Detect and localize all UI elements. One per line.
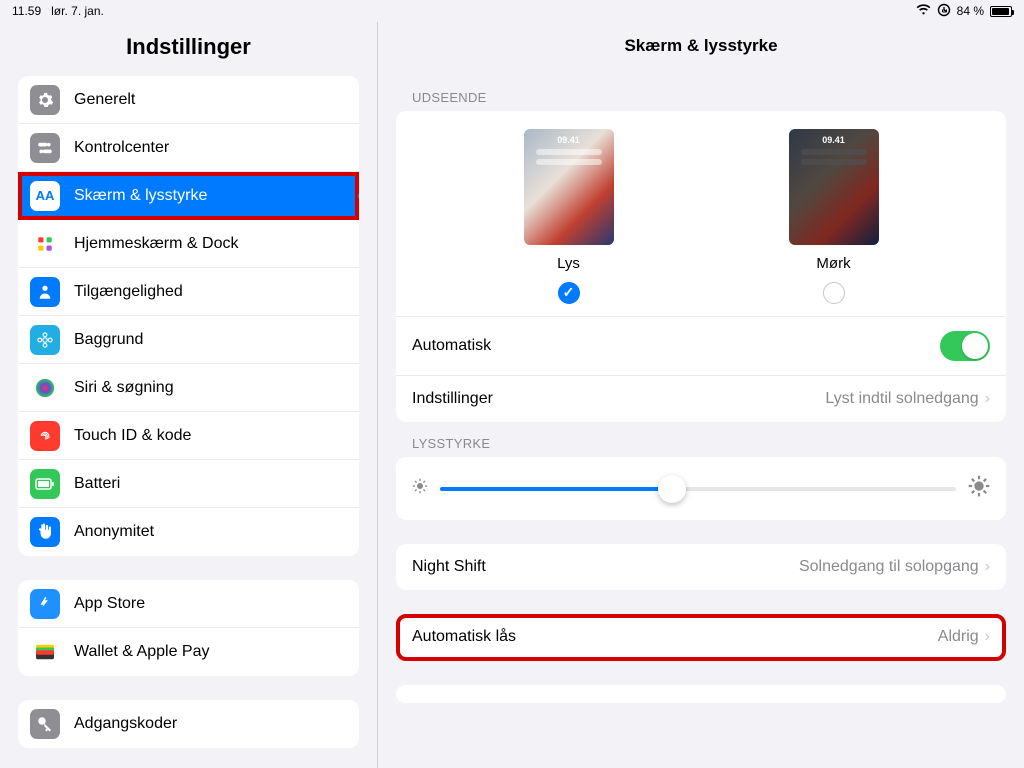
sidebar-group: App Store Wallet & Apple Pay <box>18 580 359 676</box>
autolock-label: Automatisk lås <box>412 628 516 646</box>
appearance-settings-label: Indstillinger <box>412 390 493 408</box>
battery-icon <box>30 469 60 499</box>
autolock-card: Automatisk lås Aldrig › 2 <box>396 614 1006 661</box>
sidebar-item-generelt[interactable]: Generelt <box>18 76 359 124</box>
dark-label: Mørk <box>789 255 879 272</box>
rotation-lock-icon <box>937 3 951 20</box>
aa-icon: AA <box>30 181 60 211</box>
truncated-card <box>396 685 1006 703</box>
light-label: Lys <box>524 255 614 272</box>
key-icon <box>30 709 60 739</box>
sidebar-item-touch-id-kode[interactable]: Touch ID & kode <box>18 412 359 460</box>
nightshift-label: Night Shift <box>412 558 486 576</box>
chevron-right-icon: › <box>985 390 990 408</box>
sidebar-group: Adgangskoder <box>18 700 359 748</box>
sidebar-item-label: App Store <box>74 595 145 613</box>
light-preview: 09.41 <box>524 129 614 245</box>
sidebar-item-label: Kontrolcenter <box>74 139 169 157</box>
appearance-light-option[interactable]: 09.41 Lys <box>524 129 614 304</box>
siri-icon <box>30 373 60 403</box>
chevron-right-icon: › <box>985 558 990 576</box>
auto-label: Automatisk <box>412 337 491 355</box>
sidebar-item-siri-s-gning[interactable]: Siri & søgning <box>18 364 359 412</box>
sidebar-item-wallet-apple-pay[interactable]: Wallet & Apple Pay <box>18 628 359 676</box>
auto-appearance-row[interactable]: Automatisk <box>396 317 1006 376</box>
brightness-card <box>396 457 1006 520</box>
sidebar-item-label: Touch ID & kode <box>74 427 191 445</box>
sidebar-item-label: Hjemmeskærm & Dock <box>74 235 238 253</box>
sidebar-item-label: Baggrund <box>74 331 143 349</box>
sidebar-item-label: Generelt <box>74 91 135 109</box>
sidebar-item-kontrolcenter[interactable]: Kontrolcenter <box>18 124 359 172</box>
nightshift-value: Solnedgang til solopgang <box>799 558 979 576</box>
dark-radio[interactable] <box>823 282 845 304</box>
sidebar-item-hjemmesk-rm-dock[interactable]: Hjemmeskærm & Dock <box>18 220 359 268</box>
main-title: Skærm & lysstyrke <box>378 22 1024 76</box>
autolock-value: Aldrig <box>938 628 979 646</box>
sidebar: Indstillinger Generelt Kontrolcenter AA Skæ… <box>0 22 378 768</box>
brightness-header: LYSSTYRKE <box>396 422 1006 457</box>
flower-icon <box>30 325 60 355</box>
gear-icon <box>30 85 60 115</box>
appearance-card: 09.41 Lys 09.41 Mørk <box>396 111 1006 422</box>
appearance-settings-value: Lyst indtil solnedgang <box>825 390 978 408</box>
sidebar-item-anonymitet[interactable]: Anonymitet <box>18 508 359 556</box>
sidebar-item-tilg-ngelighed[interactable]: Tilgængelighed <box>18 268 359 316</box>
appearance-header: UDSEENDE <box>396 76 1006 111</box>
grid-icon <box>30 229 60 259</box>
hand-icon <box>30 517 60 547</box>
dark-preview: 09.41 <box>789 129 879 245</box>
fingerprint-icon <box>30 421 60 451</box>
switches-icon <box>30 133 60 163</box>
status-time: 11.59 <box>12 4 41 18</box>
appearance-settings-row[interactable]: Indstillinger Lyst indtil solnedgang › <box>396 376 1006 422</box>
main-pane: Skærm & lysstyrke UDSEENDE 09.41 Lys <box>378 22 1024 768</box>
sidebar-item-label: Wallet & Apple Pay <box>74 643 209 661</box>
status-date: lør. 7. jan. <box>51 4 104 18</box>
appstore-icon <box>30 589 60 619</box>
appearance-dark-option[interactable]: 09.41 Mørk <box>789 129 879 304</box>
battery-icon <box>990 6 1012 17</box>
sidebar-item-batteri[interactable]: Batteri <box>18 460 359 508</box>
autolock-row[interactable]: Automatisk lås Aldrig › <box>396 614 1006 661</box>
brightness-slider[interactable] <box>440 487 956 491</box>
light-radio[interactable] <box>558 282 580 304</box>
sidebar-item-label: Skærm & lysstyrke <box>74 187 207 205</box>
status-bar: 11.59 lør. 7. jan. 84 % <box>0 0 1024 22</box>
sidebar-item-adgangskoder[interactable]: Adgangskoder <box>18 700 359 748</box>
sidebar-item-label: Batteri <box>74 475 120 493</box>
nightshift-row[interactable]: Night Shift Solnedgang til solopgang › <box>396 544 1006 590</box>
sidebar-item-baggrund[interactable]: Baggrund <box>18 316 359 364</box>
sidebar-item-label: Tilgængelighed <box>74 283 183 301</box>
sidebar-title: Indstillinger <box>0 22 377 76</box>
wifi-icon <box>916 4 931 18</box>
nightshift-card: Night Shift Solnedgang til solopgang › <box>396 544 1006 590</box>
sidebar-item-app-store[interactable]: App Store <box>18 580 359 628</box>
sun-small-icon <box>412 478 428 499</box>
sidebar-item-label: Siri & søgning <box>74 379 174 397</box>
sidebar-item-label: Adgangskoder <box>74 715 177 733</box>
sidebar-item-label: Anonymitet <box>74 523 154 541</box>
wallet-icon <box>30 637 60 667</box>
battery-percent: 84 % <box>957 4 984 18</box>
sidebar-item-sk-rm-lysstyrke[interactable]: AASkærm & lysstyrke1 <box>18 172 359 220</box>
chevron-right-icon: › <box>985 628 990 646</box>
sidebar-group: Generelt Kontrolcenter AA Skærm & lysstyrke… <box>18 76 359 556</box>
auto-toggle[interactable] <box>940 331 990 361</box>
sun-large-icon <box>968 475 990 502</box>
person-icon <box>30 277 60 307</box>
